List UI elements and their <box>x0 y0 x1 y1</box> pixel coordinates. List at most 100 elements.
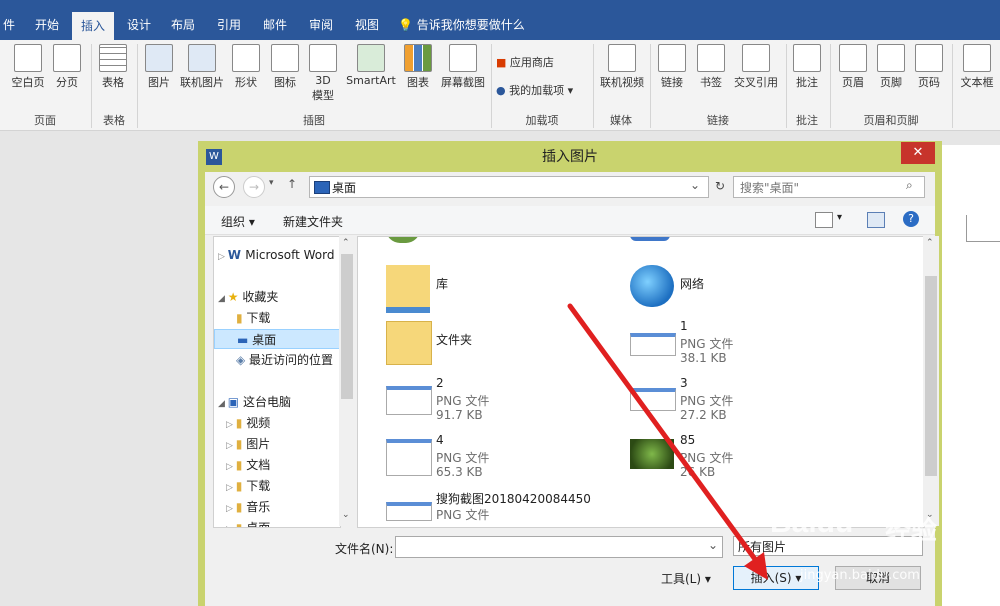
recent-dropdown-icon[interactable]: ▾ <box>269 178 274 188</box>
back-button[interactable]: ← <box>213 176 235 198</box>
smartart-button[interactable]: SmartArt <box>344 44 398 87</box>
refresh-icon[interactable]: ↻ <box>711 176 729 196</box>
camera-icon <box>449 44 477 72</box>
tree-item-desktop-selected[interactable]: ▬ 桌面 <box>214 329 340 349</box>
word-icon: W <box>227 248 246 262</box>
tree-item-recent[interactable]: ◈ 最近访问的位置 <box>236 350 333 370</box>
tree-item-music[interactable]: ▷ ▮ 音乐 <box>226 497 270 517</box>
list-item[interactable]: 4 PNG 文件 65.3 KB <box>386 431 606 487</box>
blank-page-button[interactable]: 空白页 <box>8 44 48 90</box>
document-page[interactable] <box>938 145 1000 606</box>
screenshot-button[interactable]: 屏幕截图 <box>436 44 490 90</box>
footer-button[interactable]: 页脚 <box>874 44 908 90</box>
dialog-title: 插入图片 <box>542 149 598 165</box>
chart-button[interactable]: 图表 <box>402 44 434 90</box>
icons-button[interactable]: 图标 <box>268 44 302 90</box>
tab-design[interactable]: 设计 <box>120 10 158 40</box>
close-button[interactable]: ✕ <box>901 142 935 164</box>
downloads-folder-icon: ▮ <box>236 311 247 325</box>
tree-item-favorites[interactable]: ◢ ★ 收藏夹 <box>218 287 278 307</box>
tree-item-downloads[interactable]: ▮ 下载 <box>236 308 270 328</box>
chevron-down-icon: ▾ <box>701 572 711 586</box>
cross-reference-button[interactable]: 交叉引用 <box>730 44 782 90</box>
online-picture-button[interactable]: 联机图片 <box>178 44 226 90</box>
list-item[interactable]: 3 PNG 文件 27.2 KB <box>630 374 850 430</box>
dialog-body: ← → ▾ ↑ 桌面 ⌄ ↻ 搜索"桌面" ⌕ 组织 ▾ 新建文件夹 ▾ ? ▷… <box>205 172 939 606</box>
tree-item-videos[interactable]: ▷ ▮ 视频 <box>226 413 270 433</box>
tell-me-box[interactable]: 💡 告诉我你想要做什么 <box>398 10 558 40</box>
list-item[interactable]: 库 <box>386 261 606 317</box>
tab-mailings[interactable]: 邮件 <box>256 10 294 40</box>
addins-icon: ● <box>496 84 510 97</box>
up-arrow-icon[interactable]: ↑ <box>287 177 297 191</box>
list-item[interactable]: 文件夹 <box>386 317 606 373</box>
library-folder-icon <box>386 265 430 313</box>
tab-home[interactable]: 开始 <box>28 10 66 40</box>
list-item[interactable]: 1 PNG 文件 38.1 KB <box>630 317 850 373</box>
scroll-thumb[interactable] <box>925 276 937 476</box>
scroll-down-icon[interactable]: ⌄ <box>342 510 350 520</box>
scroll-thumb[interactable] <box>341 254 353 399</box>
navigation-tree: ▷ W Microsoft Word ◢ ★ 收藏夹 ▮ 下载 ▬ 桌面 ◈ 最… <box>213 236 341 528</box>
cube-icon <box>309 44 337 72</box>
online-video-button[interactable]: 联机视频 <box>596 44 648 90</box>
search-input[interactable]: 搜索"桌面" ⌕ <box>733 176 925 198</box>
bookmark-button[interactable]: 书签 <box>694 44 728 90</box>
header-icon <box>839 44 867 72</box>
tree-item-word[interactable]: ▷ W Microsoft Word <box>218 245 335 265</box>
help-icon[interactable]: ? <box>903 211 919 227</box>
chevron-down-icon[interactable]: ▾ <box>837 212 842 223</box>
preview-pane-icon[interactable] <box>867 212 885 228</box>
my-addins-button[interactable]: ● 我的加载项 ▾ <box>496 82 588 98</box>
image-thumbnail <box>386 502 432 521</box>
shapes-button[interactable]: 形状 <box>230 44 262 90</box>
image-thumbnail <box>386 386 432 415</box>
new-folder-button[interactable]: 新建文件夹 <box>283 213 343 230</box>
store-button[interactable]: ■ 应用商店 <box>496 54 586 70</box>
header-button[interactable]: 页眉 <box>836 44 870 90</box>
page-number-button[interactable]: 页码 <box>912 44 946 90</box>
comment-button[interactable]: 批注 <box>790 44 824 90</box>
3d-model-button[interactable]: 3D 模型 <box>306 44 340 103</box>
list-item[interactable]: 85 PNG 文件 26 KB <box>630 431 850 487</box>
user-folder-icon <box>386 237 420 243</box>
watermark-url: jingyan.baidu.com <box>800 568 920 583</box>
organize-button[interactable]: 组织 ▾ <box>221 213 255 230</box>
table-button[interactable]: 表格 <box>96 44 130 90</box>
tools-button[interactable]: 工具(L) ▾ <box>661 568 711 590</box>
footer-icon <box>877 44 905 72</box>
list-item[interactable]: 搜狗截图20180420084450 PNG 文件 <box>386 488 646 527</box>
list-item[interactable]: 2 PNG 文件 91.7 KB <box>386 374 606 430</box>
tree-item-documents[interactable]: ▷ ▮ 文档 <box>226 455 270 475</box>
tree-item-desktop-pc[interactable]: ▷ ▮ 桌面 <box>226 518 270 527</box>
tree-scrollbar[interactable]: ⌃ ⌄ <box>339 236 355 526</box>
address-text: 桌面 <box>332 181 357 195</box>
forward-button[interactable]: → <box>243 176 265 198</box>
link-button[interactable]: 链接 <box>654 44 690 90</box>
tab-view[interactable]: 视图 <box>348 10 386 40</box>
chevron-down-icon[interactable]: ⌄ <box>708 538 718 552</box>
tab-review[interactable]: 审阅 <box>302 10 340 40</box>
tab-file[interactable]: 件 <box>0 10 18 40</box>
tab-insert[interactable]: 插入 <box>72 12 114 40</box>
image-thumbnail <box>630 439 674 469</box>
search-icon: ⌕ <box>906 178 913 192</box>
text-box-button[interactable]: 文本框 <box>956 44 998 90</box>
tree-item-downloads-pc[interactable]: ▷ ▮ 下载 <box>226 476 270 496</box>
scroll-up-icon[interactable]: ⌃ <box>342 238 350 248</box>
filename-input[interactable]: ⌄ <box>395 536 723 558</box>
page-break-button[interactable]: 分页 <box>50 44 84 90</box>
file-list-scrollbar[interactable]: ⌃ ⌄ <box>923 236 939 526</box>
chevron-down-icon[interactable]: ⌄ <box>690 178 700 192</box>
tab-references[interactable]: 引用 <box>210 10 248 40</box>
margin-mark <box>966 215 967 241</box>
tree-item-pictures[interactable]: ▷ ▮ 图片 <box>226 434 270 454</box>
tree-item-this-pc[interactable]: ◢ ▣ 这台电脑 <box>218 392 291 412</box>
scroll-up-icon[interactable]: ⌃ <box>926 238 934 248</box>
picture-button[interactable]: 图片 <box>142 44 176 90</box>
list-item[interactable]: 网络 <box>630 261 850 317</box>
group-pages-label: 页面 <box>34 114 56 127</box>
address-bar[interactable]: 桌面 ⌄ <box>309 176 709 198</box>
view-options-icon[interactable] <box>815 212 833 228</box>
tab-layout[interactable]: 布局 <box>164 10 202 40</box>
